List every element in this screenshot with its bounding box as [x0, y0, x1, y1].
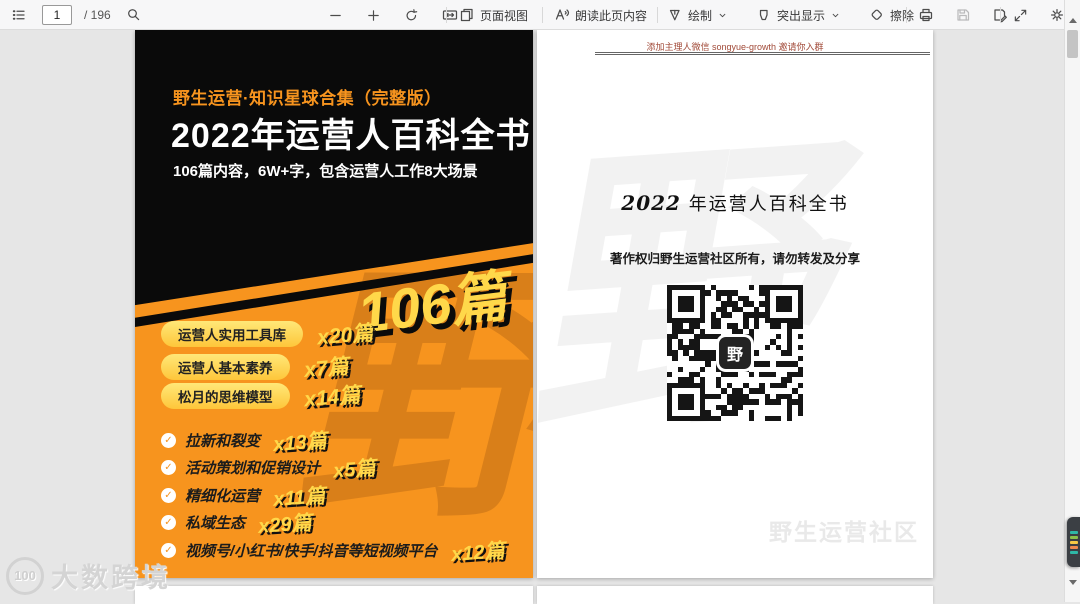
poster-subtitle: 106篇内容，6W+字，包含运营人工作8大场景 [173, 163, 478, 180]
pill-row: 运营人实用工具库 x20篇 [161, 321, 374, 349]
scroll-down-icon [1069, 579, 1077, 600]
expand-icon [1014, 9, 1027, 21]
vertical-scrollbar [1064, 0, 1080, 602]
checklist-count: x5篇 [332, 457, 377, 483]
rotate-button[interactable] [401, 6, 422, 25]
plus-icon [368, 9, 379, 21]
brand-logo-icon: 100 [6, 556, 44, 595]
draw-label: 绘制 [688, 8, 713, 23]
checklist-label: 拉新和裂变 [185, 433, 261, 450]
check-icon: ✓ [161, 488, 176, 503]
checklist-item: ✓ 活动策划和促销设计 x5篇 [161, 457, 376, 482]
pdf-page-1: 野 野生运营·知识星球合集（完整版） 2022年运营人百科全书 106篇内容，6… [135, 30, 533, 578]
check-icon: ✓ [161, 460, 176, 475]
read-aloud-icon [555, 9, 570, 20]
poster-kicker: 野生运营·知识星球合集（完整版） [173, 89, 442, 108]
toc-button[interactable] [8, 5, 30, 25]
checklist-count: x13篇 [272, 430, 328, 456]
pill-row: 运营人基本素养 x7篇 [161, 354, 349, 382]
read-aloud-label: 朗读此页内容 [575, 8, 648, 23]
check-icon: ✓ [161, 433, 176, 448]
pen-icon [669, 9, 680, 21]
checklist-item: ✓ 拉新和裂变 x13篇 [161, 430, 327, 456]
page-view-button[interactable]: 页面视图 [456, 5, 531, 26]
pill-label: 运营人实用工具库 [161, 321, 303, 347]
zoom-in-button[interactable] [363, 6, 384, 25]
check-icon: ✓ [161, 515, 176, 530]
qr-code-wrap: 野 [667, 285, 803, 421]
print-button[interactable] [915, 5, 937, 25]
scroll-up-icon [1069, 2, 1077, 23]
footer-watermark: 野生运营社区 [769, 519, 919, 545]
zoom-out-button[interactable] [325, 6, 346, 25]
checklist-item: ✓ 视频号/小红书/快手/抖音等短视频平台 x12篇 [161, 540, 505, 566]
pill-label: 松月的思维模型 [161, 383, 290, 409]
gear-icon [1050, 8, 1064, 22]
title-year: 2022 [621, 191, 681, 215]
erase-label: 擦除 [890, 8, 915, 23]
widget-stripe [1070, 530, 1078, 534]
printer-icon [919, 8, 933, 22]
checklist-label: 活动策划和促销设计 [185, 460, 321, 477]
widget-stripe [1070, 550, 1078, 554]
chevron-down-icon [719, 13, 726, 17]
pill-count: x14篇 [302, 383, 361, 412]
pill-row: 松月的思维模型 x14篇 [161, 383, 361, 411]
checklist-label: 精细化运营 [185, 488, 261, 505]
eraser-icon [871, 9, 882, 20]
page-number-input[interactable] [42, 5, 72, 25]
highlight-button[interactable]: 突出显示 [753, 5, 844, 26]
widget-stripe [1070, 545, 1078, 549]
scroll-up-button[interactable] [1065, 2, 1080, 23]
pill-count: x7篇 [302, 355, 349, 382]
highlighter-icon [759, 9, 768, 21]
header-rule [595, 52, 930, 55]
checklist-count: x12篇 [449, 540, 505, 566]
qr-center-logo: 野 [719, 337, 751, 369]
scroll-down-button[interactable] [1065, 579, 1080, 600]
page-view-label: 页面视图 [480, 8, 529, 23]
checklist-item: ✓ 精细化运营 x11篇 [161, 485, 326, 511]
read-aloud-button[interactable]: 朗读此页内容 [551, 5, 650, 26]
draw-button[interactable]: 绘制 [664, 5, 731, 26]
search-icon [127, 9, 139, 21]
pdf-page-2: 野 添加主理人微信 songyue-growth 邀请你入群 2022 年运营人… [537, 30, 933, 578]
erase-button[interactable]: 擦除 [866, 5, 917, 26]
poster-title: 2022年运营人百科全书 [171, 117, 531, 155]
search-button[interactable] [123, 5, 145, 25]
pdf-toolbar: / 196 [0, 0, 1064, 30]
checklist-item: ✓ 私域生态 x29篇 [161, 512, 312, 538]
pill-count: x20篇 [316, 321, 375, 350]
checklist-count: x29篇 [257, 512, 313, 538]
pdf-canvas: 野 野生运营·知识星球合集（完整版） 2022年运营人百科全书 106篇内容，6… [0, 30, 1080, 604]
highlight-label: 突出显示 [777, 8, 826, 23]
copyright-line: 著作权归野生运营社区所有，请勿转发及分享 [609, 252, 860, 266]
pill-label: 运营人基本素养 [161, 354, 290, 380]
next-page-right [537, 586, 933, 604]
chevron-down-icon [832, 13, 839, 17]
title-rest: 年运营人百科全书 [680, 194, 849, 215]
brand-text: 大数跨境 [51, 563, 171, 593]
page-title: 2022 年运营人百科全书 [537, 190, 933, 216]
widget-stripe [1070, 540, 1078, 544]
minus-icon [330, 14, 341, 16]
next-page-left [135, 586, 533, 604]
extension-float-widget[interactable] [1067, 517, 1080, 567]
save-icon [957, 9, 970, 21]
fullscreen-button[interactable] [1010, 6, 1031, 25]
widget-stripe [1070, 535, 1078, 539]
rotate-icon [406, 8, 418, 20]
toc-icon [12, 10, 25, 20]
save-button[interactable] [952, 5, 974, 25]
page-total: / 196 [84, 8, 111, 22]
scrollbar-thumb[interactable] [1067, 30, 1078, 58]
checklist-label: 视频号/小红书/快手/抖音等短视频平台 [185, 543, 438, 560]
checklist-label: 私域生态 [185, 515, 246, 532]
brand-overlay: 100 大数跨境 [6, 556, 171, 595]
page-view-icon [460, 8, 473, 22]
